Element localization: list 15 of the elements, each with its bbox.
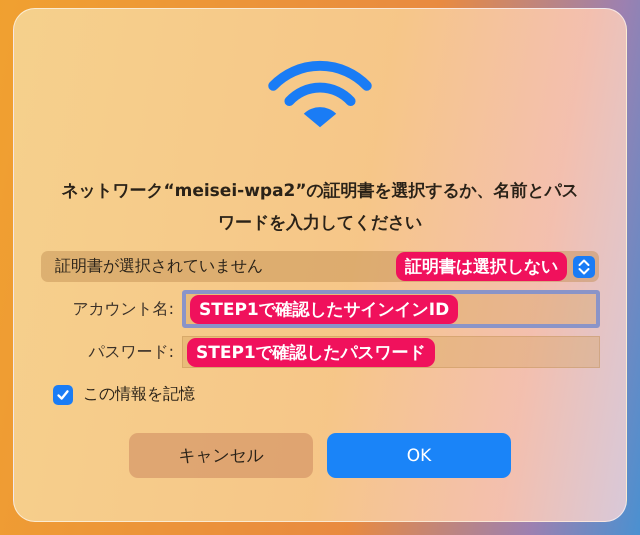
chevron-updown-icon[interactable] xyxy=(573,256,595,278)
annotation-label: STEP1で確認したサインインID xyxy=(190,294,458,324)
cancel-button[interactable]: キャンセル xyxy=(129,433,313,478)
field-label: アカウント名: xyxy=(72,298,175,320)
annotation-label: 証明書は選択しない xyxy=(396,252,567,281)
dialog-message: ネットワーク“meisei-wpa2”の証明書を選択するか、名前とパスワードを入力してください xyxy=(60,180,580,235)
checkbox-label: この情報を記憶 xyxy=(83,384,195,405)
checkbox[interactable] xyxy=(53,384,73,404)
certificate-popup[interactable]: 証明書が選択されていません 証明書は選択しない xyxy=(41,251,599,282)
annotation-label: STEP1で確認したパスワード xyxy=(187,338,435,366)
popup-value: 証明書が選択されていません xyxy=(55,256,264,277)
ok-button[interactable]: OK xyxy=(327,433,511,478)
input-field[interactable]: STEP1で確認したパスワード xyxy=(182,336,600,368)
field-label: パスワード: xyxy=(88,342,175,362)
input-field[interactable]: STEP1で確認したサインインID xyxy=(182,290,600,328)
